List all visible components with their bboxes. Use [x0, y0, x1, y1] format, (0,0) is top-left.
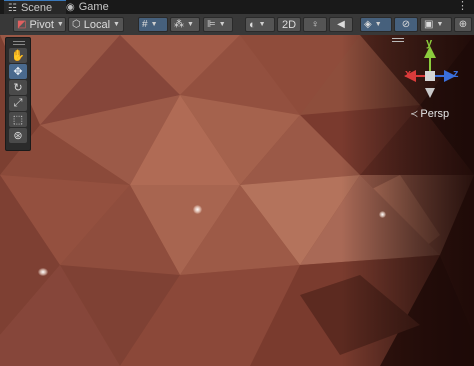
chevron-down-icon: ▼	[113, 21, 120, 28]
specular-highlight	[193, 205, 202, 214]
tab-game[interactable]: ◉ Game	[66, 0, 116, 14]
move-tool-button[interactable]: ✥	[9, 64, 27, 79]
drag-handle[interactable]	[13, 41, 25, 45]
chevron-down-icon: ▼	[436, 21, 444, 28]
gizmo-x-label: x	[405, 68, 412, 80]
chevron-down-icon: ▼	[187, 21, 194, 28]
effects-layers-icon: ◈	[364, 19, 372, 30]
cube-icon: ⬡	[72, 19, 81, 30]
chevron-down-icon: ▼	[218, 21, 226, 28]
2d-toggle[interactable]: 2D	[277, 17, 301, 32]
audio-toggle[interactable]: ◀	[329, 17, 353, 32]
rotate-tool-button[interactable]: ↻	[9, 80, 27, 95]
local-dropdown[interactable]: ⬡ Local ▼	[68, 17, 124, 32]
perspective-icon: ≺	[410, 108, 419, 120]
projection-label: Persp	[420, 108, 450, 120]
more-options-icon[interactable]: ⋮	[457, 0, 468, 12]
camera-settings-dropdown[interactable]: ▣ ▼	[420, 17, 452, 32]
pivot-dropdown[interactable]: ◩ Pivot ▼	[13, 17, 66, 32]
chevron-down-icon: ▼	[56, 21, 64, 28]
tab-bar: ☷ Scene ◉ Game ⋮	[0, 0, 474, 15]
effects-dropdown[interactable]: ◈ ▼	[360, 17, 392, 32]
gizmo-y-label: y	[426, 37, 433, 49]
move-arrows-icon: ✥	[13, 66, 23, 78]
transform-icon: ⊛	[13, 130, 23, 142]
tab-scene-label: Scene	[20, 2, 53, 14]
scale-tool-button[interactable]: ⤢	[9, 96, 27, 111]
scene-viewport[interactable]: ✋ ✥ ↻ ⤢ ⬚ ⊛ y x z ≺ Persp	[0, 35, 474, 366]
camera-icon: ▣	[424, 19, 434, 30]
grid-snap-icon: #	[142, 19, 148, 30]
grid-icon: ☷	[8, 2, 17, 14]
tab-game-label: Game	[78, 1, 109, 13]
tools-overlay: ✋ ✥ ↻ ⤢ ⬚ ⊛	[5, 37, 31, 151]
lightbulb-icon: ♀	[311, 19, 319, 30]
ruler-snap-toggle[interactable]: ⊫ ▼	[203, 17, 233, 32]
scale-icon: ⤢	[13, 97, 23, 109]
increment-snap-toggle[interactable]: ⁂ ▼	[170, 17, 200, 32]
eye-slash-icon: ⊘	[401, 19, 411, 30]
snap-increment-icon: ⁂	[174, 19, 184, 30]
pivot-label: Pivot	[29, 18, 54, 31]
grid-snapping-toggle[interactable]: # ▼	[138, 17, 168, 32]
view-tool-button[interactable]: ✋	[9, 48, 27, 63]
scene-visibility-toggle[interactable]: ⊘	[394, 17, 418, 32]
local-label: Local	[83, 18, 111, 31]
hand-icon: ✋	[11, 50, 25, 62]
pivot-icon: ◩	[17, 19, 27, 30]
rect-transform-icon: ⬚	[12, 114, 24, 126]
gizmos-dropdown[interactable]: ⊕	[454, 17, 472, 32]
gizmo-z-label: z	[453, 68, 459, 80]
draw-mode-dropdown[interactable]: ◐ ▼	[245, 17, 275, 32]
specular-highlight	[379, 211, 386, 218]
2d-label: 2D	[281, 18, 297, 31]
rect-tool-button[interactable]: ⬚	[9, 112, 27, 127]
tab-scene[interactable]: ☷ Scene	[4, 0, 66, 15]
globe-icon: ⊕	[458, 19, 468, 30]
chevron-down-icon: ▼	[374, 21, 382, 28]
specular-highlight	[38, 268, 48, 276]
gamepad-icon: ◉	[66, 1, 75, 13]
projection-toggle[interactable]: ≺ Persp	[410, 108, 449, 120]
ruler-icon: ⊫	[207, 19, 216, 30]
transform-tool-button[interactable]: ⊛	[9, 128, 27, 143]
scene-toolbar: ◩ Pivot ▼ ⬡ Local ▼ # ▼ ⁂ ▼ ⊫ ▼ ◐ ▼ 2D ♀…	[0, 14, 474, 36]
rotate-icon: ↻	[13, 82, 23, 94]
chevron-down-icon: ▼	[150, 21, 158, 28]
lighting-toggle[interactable]: ♀	[303, 17, 327, 32]
speaker-icon: ◀	[337, 19, 345, 30]
shading-sphere-icon: ◐	[249, 18, 256, 31]
chevron-down-icon: ▼	[258, 21, 266, 28]
